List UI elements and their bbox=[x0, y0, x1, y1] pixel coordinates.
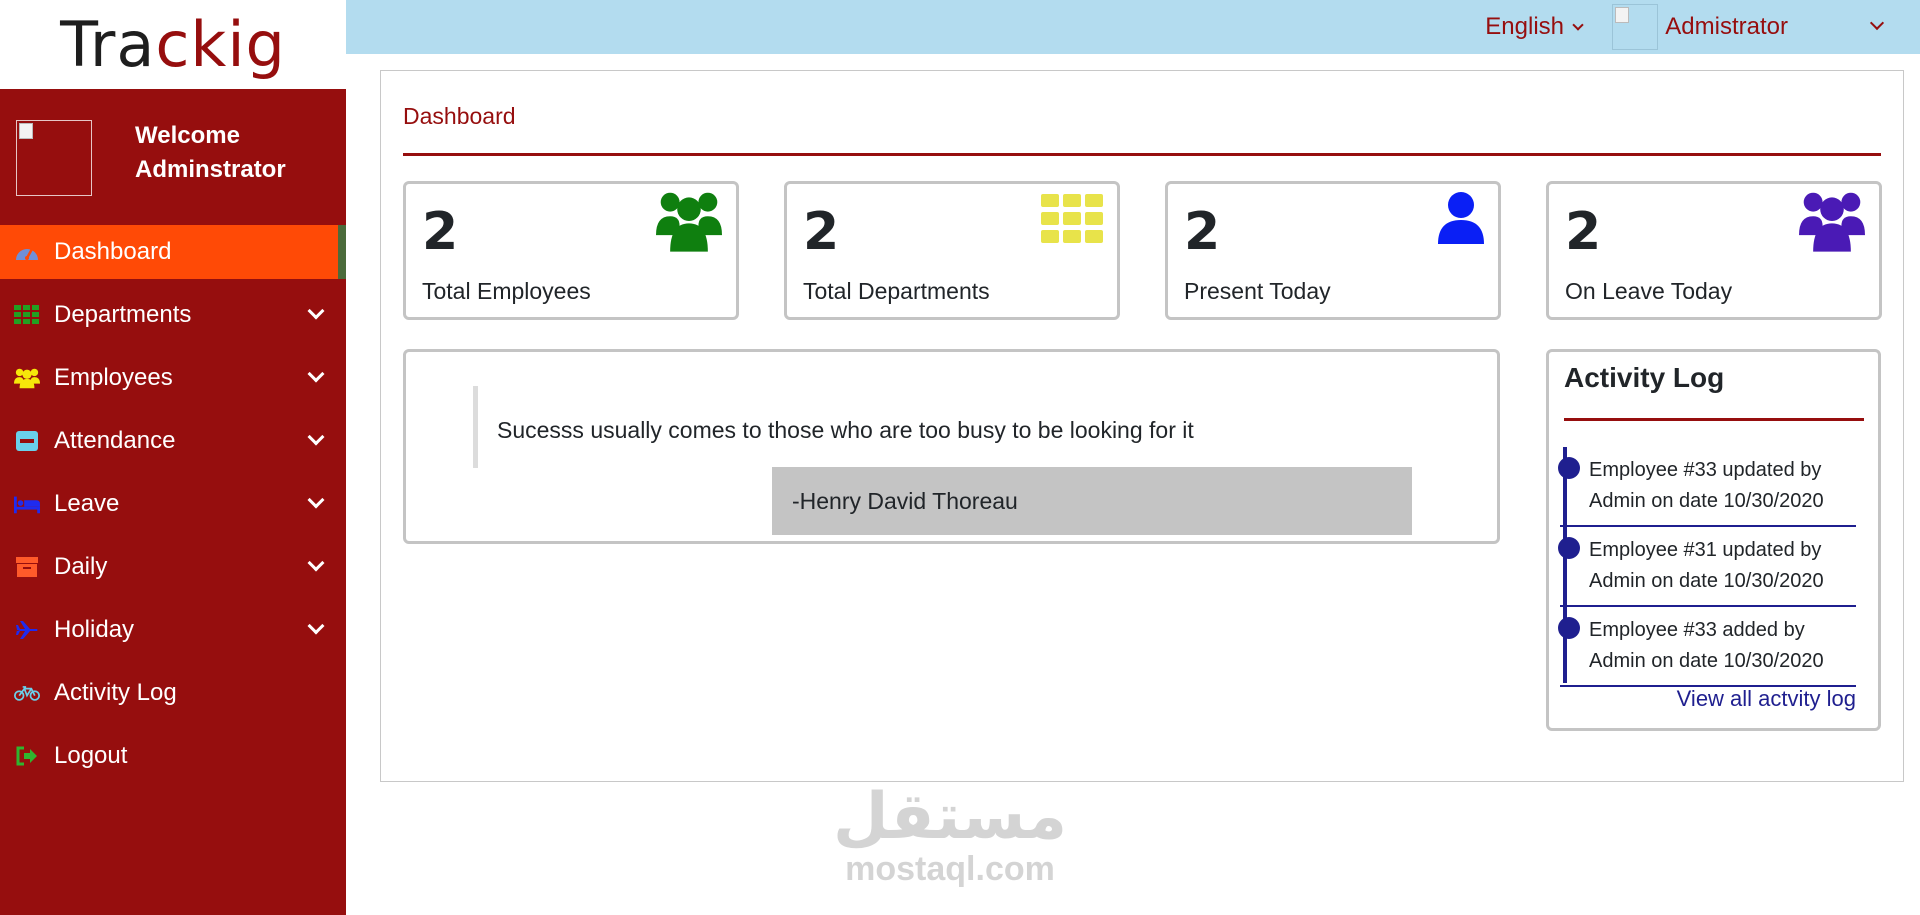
users-icon bbox=[14, 367, 40, 389]
activity-log-card: Activity Log Employee #33 updated by Adm… bbox=[1546, 349, 1881, 731]
stat-value: 2 bbox=[1184, 202, 1221, 262]
blockquote-border bbox=[473, 386, 478, 468]
stat-card-total-employees[interactable]: 2 Total Employees bbox=[403, 181, 739, 320]
timeline-dot-icon bbox=[1558, 617, 1580, 639]
view-all-activity-link[interactable]: View all actvity log bbox=[1677, 686, 1856, 712]
chevron-down-icon bbox=[307, 428, 325, 446]
minus-square-icon bbox=[14, 430, 40, 452]
language-label: English bbox=[1485, 13, 1564, 40]
stat-label: Total Employees bbox=[422, 278, 591, 304]
brand-logo[interactable]: Trackig bbox=[0, 0, 346, 89]
sidebar-item-activity-log[interactable]: Activity Log bbox=[0, 666, 346, 720]
stat-value: 2 bbox=[1565, 202, 1602, 262]
sidebar-item-label: Attendance bbox=[54, 427, 176, 454]
chevron-down-icon bbox=[307, 554, 325, 572]
chevron-down-icon bbox=[307, 491, 325, 509]
activity-entry-line1: Employee #33 updated by bbox=[1589, 459, 1822, 481]
bicycle-icon bbox=[14, 682, 40, 704]
sidebar: Welcome Adminstrator Dashboard Departmen… bbox=[0, 89, 346, 915]
activity-log-entry: Employee #33 added by Admin on date 10/3… bbox=[1558, 607, 1856, 687]
plane-icon bbox=[14, 619, 40, 641]
watermark-latin: mostaql.com bbox=[845, 850, 1055, 888]
activity-log-title: Activity Log bbox=[1564, 362, 1725, 393]
sidebar-item-label: Employees bbox=[54, 364, 173, 391]
chevron-down-icon bbox=[307, 617, 325, 635]
timeline-dot-icon bbox=[1558, 457, 1580, 479]
welcome-line2: Adminstrator bbox=[135, 156, 286, 183]
dashboard-gauge-icon bbox=[14, 241, 40, 263]
users-icon bbox=[1799, 190, 1865, 257]
activity-log-entry: Employee #33 updated by Admin on date 10… bbox=[1558, 447, 1856, 527]
sign-out-icon bbox=[14, 745, 40, 767]
stat-card-present-today[interactable]: 2 Present Today bbox=[1165, 181, 1501, 320]
user-icon bbox=[1438, 192, 1484, 249]
timeline-dot-icon bbox=[1558, 537, 1580, 559]
chevron-down-icon bbox=[307, 302, 325, 320]
activity-entry-text: Employee #33 added by Admin on date 10/3… bbox=[1589, 615, 1824, 677]
stat-value: 2 bbox=[803, 202, 840, 262]
top-bar: English Admistrator bbox=[346, 0, 1920, 54]
grid-icon bbox=[1041, 194, 1103, 249]
grid-icon bbox=[14, 304, 40, 326]
welcome-line1: Welcome bbox=[135, 122, 240, 149]
brand-text-part1: Tra bbox=[60, 8, 156, 81]
sidebar-item-label: Departments bbox=[54, 301, 192, 328]
bed-icon bbox=[14, 493, 40, 515]
activity-entry-line2: Admin on date 10/30/2020 bbox=[1589, 650, 1824, 672]
watermark-arabic: مستقل bbox=[832, 780, 1068, 854]
activity-entry-text: Employee #33 updated by Admin on date 10… bbox=[1589, 455, 1824, 517]
chevron-down-icon bbox=[1572, 19, 1584, 31]
activity-entry-text: Employee #31 updated by Admin on date 10… bbox=[1589, 535, 1824, 597]
chevron-down-icon bbox=[307, 365, 325, 383]
stat-card-total-departments[interactable]: 2 Total Departments bbox=[784, 181, 1120, 320]
activity-entry-line2: Admin on date 10/30/2020 bbox=[1589, 570, 1824, 592]
sidebar-item-attendance[interactable]: Attendance bbox=[0, 414, 346, 468]
sidebar-item-departments[interactable]: Departments bbox=[0, 288, 346, 342]
profile-avatar bbox=[16, 120, 92, 196]
title-divider bbox=[403, 153, 1881, 156]
sidebar-item-label: Daily bbox=[54, 553, 108, 580]
broken-image-icon bbox=[1615, 7, 1629, 23]
broken-image-icon bbox=[19, 123, 33, 139]
user-menu-name[interactable]: Admistrator bbox=[1665, 13, 1788, 41]
stat-value: 2 bbox=[422, 202, 459, 262]
sidebar-item-logout[interactable]: Logout bbox=[0, 729, 346, 783]
activity-log-divider bbox=[1564, 418, 1864, 421]
language-selector[interactable]: English bbox=[1485, 13, 1584, 41]
activity-log-entry: Employee #31 updated by Admin on date 10… bbox=[1558, 527, 1856, 607]
sidebar-item-holiday[interactable]: Holiday bbox=[0, 603, 346, 657]
activity-entry-line1: Employee #33 added by bbox=[1589, 619, 1805, 641]
stat-label: On Leave Today bbox=[1565, 278, 1733, 304]
brand-text-part2: ckig bbox=[155, 8, 286, 81]
sidebar-profile: Welcome Adminstrator bbox=[0, 89, 346, 225]
stat-label: Total Departments bbox=[803, 278, 990, 304]
activity-entry-line1: Employee #31 updated by bbox=[1589, 539, 1822, 561]
sidebar-item-leave[interactable]: Leave bbox=[0, 477, 346, 531]
sidebar-item-daily[interactable]: Daily bbox=[0, 540, 346, 594]
sidebar-item-dashboard[interactable]: Dashboard bbox=[0, 225, 346, 279]
sidebar-item-label: Dashboard bbox=[54, 238, 172, 265]
stat-label: Present Today bbox=[1184, 278, 1331, 304]
sidebar-item-label: Activity Log bbox=[54, 679, 177, 706]
stat-card-on-leave-today[interactable]: 2 On Leave Today bbox=[1546, 181, 1882, 320]
sidebar-item-label: Holiday bbox=[54, 616, 135, 643]
welcome-text: Welcome Adminstrator bbox=[135, 119, 286, 187]
archive-box-icon bbox=[14, 556, 40, 578]
quote-card: Sucesss usually comes to those who are t… bbox=[403, 349, 1500, 544]
sidebar-item-employees[interactable]: Employees bbox=[0, 351, 346, 405]
watermark: مستقل mostaql.com bbox=[820, 785, 1080, 889]
user-menu-chevron-icon[interactable] bbox=[1869, 15, 1885, 31]
users-icon bbox=[656, 190, 722, 257]
user-avatar[interactable] bbox=[1612, 4, 1658, 50]
sidebar-item-label: Leave bbox=[54, 490, 120, 517]
sidebar-nav: Dashboard Departments Employees Attendan… bbox=[0, 225, 346, 792]
main-content: Dashboard 2 Total Employees 2 Total Depa… bbox=[380, 70, 1904, 782]
page-title: Dashboard bbox=[403, 103, 516, 129]
quote-author: -Henry David Thoreau bbox=[772, 467, 1412, 535]
sidebar-item-label: Logout bbox=[54, 742, 128, 769]
activity-entry-line2: Admin on date 10/30/2020 bbox=[1589, 490, 1824, 512]
quote-text: Sucesss usually comes to those who are t… bbox=[497, 417, 1194, 443]
